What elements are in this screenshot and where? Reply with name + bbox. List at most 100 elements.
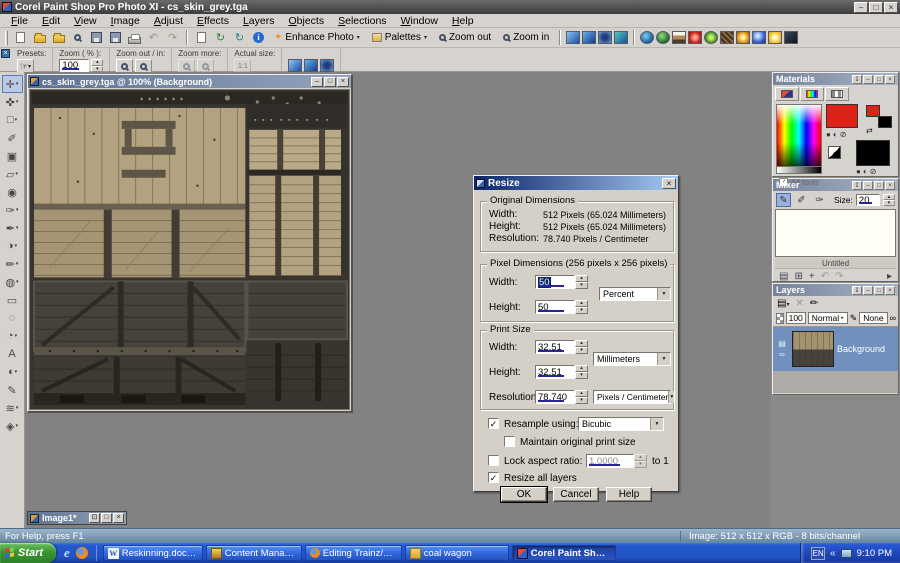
minimize-icon[interactable]: – — [863, 286, 873, 295]
pixel-height-spinner[interactable]: ▴▾ — [575, 300, 588, 314]
picture-tube-tool[interactable]: ◔▾ — [2, 327, 23, 345]
rotate-right-icon[interactable]: ↻ — [231, 30, 248, 46]
preset-shape-tool[interactable]: ◖▾ — [2, 363, 23, 381]
layers-titlebar[interactable]: Layers ↧ – □ × — [773, 284, 898, 296]
image-close-button[interactable]: × — [337, 77, 349, 87]
undo-icon[interactable]: ↶ — [145, 30, 162, 46]
zoom-out-button[interactable]: Zoom out — [434, 29, 496, 46]
zoom-more-in-icon[interactable] — [197, 59, 214, 73]
color-style-icon[interactable]: ● — [826, 130, 831, 139]
pin-icon[interactable]: ↧ — [852, 286, 862, 295]
materials-titlebar[interactable]: Materials ↧ – □ × — [773, 73, 898, 85]
pixel-width-input[interactable]: 50 — [535, 275, 575, 289]
makeover-tool[interactable]: ✑▾ — [2, 201, 23, 219]
crop-tool[interactable]: ▣ — [2, 147, 23, 165]
open-file-icon[interactable] — [31, 30, 48, 46]
load-mixer-page-icon[interactable]: ⊞ — [794, 271, 802, 282]
start-button[interactable]: Start — [0, 543, 56, 563]
language-indicator[interactable]: EN — [811, 547, 825, 560]
menu-window[interactable]: Window — [394, 15, 445, 27]
close-button[interactable]: × — [113, 513, 124, 523]
hue-saturation-icon[interactable] — [656, 31, 670, 44]
save-as-icon[interactable] — [107, 30, 124, 46]
menu-view[interactable]: View — [67, 15, 104, 27]
menu-objects[interactable]: Objects — [281, 15, 331, 27]
aspect-ratio-spinner[interactable]: ▴▾ — [634, 454, 647, 468]
pin-icon[interactable]: ↧ — [852, 181, 862, 190]
firefox-icon[interactable] — [76, 547, 88, 559]
image-minimize-button[interactable]: – — [311, 77, 323, 87]
mixer-size-spinner[interactable]: ▴▾ — [883, 194, 895, 206]
remix-icon[interactable]: ↷ — [835, 271, 843, 282]
save-icon[interactable] — [88, 30, 105, 46]
pen-tool[interactable]: ✎ — [2, 381, 23, 399]
resolution-unit-dropdown[interactable]: Pixels / Centimeter▼ — [593, 390, 671, 404]
frame-tab[interactable] — [775, 87, 799, 101]
foreground-color-swatch[interactable] — [826, 104, 858, 128]
menu-edit[interactable]: Edit — [35, 15, 67, 27]
dropper-tool[interactable]: ✐ — [2, 129, 23, 147]
maintain-print-size-checkbox[interactable] — [504, 436, 515, 447]
task-paint-shop-pro[interactable]: Corel Paint Shop Pro ... — [512, 545, 616, 561]
zoom-in-icon[interactable] — [135, 59, 152, 73]
image-information-icon[interactable]: i — [250, 30, 267, 46]
minimized-image-window[interactable]: Image1* ⊡ □ × — [27, 511, 127, 525]
mixer-knife-icon[interactable]: ✐ — [794, 193, 809, 207]
help-button[interactable]: Help — [606, 487, 652, 502]
pick-tool[interactable]: ▱▾ — [2, 165, 23, 183]
resize-all-layers-checkbox[interactable]: ✓ — [488, 472, 499, 483]
mixer-size-input[interactable]: 20 — [856, 194, 880, 206]
color-changer-tool[interactable]: ◍▾ — [2, 273, 23, 291]
print-height-input[interactable]: 32.51 — [535, 365, 575, 379]
background-eraser-tool[interactable]: ◌ — [2, 309, 23, 327]
task-content-manager[interactable]: Content Manager Plus — [206, 545, 302, 561]
mixer-brush-icon[interactable]: ✎ — [776, 193, 791, 207]
image-maximize-button[interactable]: □ — [324, 77, 336, 87]
minimize-icon[interactable]: – — [863, 75, 873, 84]
print-icon[interactable] — [126, 30, 143, 46]
print-resolution-spinner[interactable]: ▴▾ — [575, 390, 588, 404]
warp-brush-tool[interactable]: ≋▾ — [2, 399, 23, 417]
new-window-icon[interactable] — [582, 31, 596, 44]
tray-network-icon[interactable] — [841, 549, 852, 558]
close-palette-icon[interactable]: × — [1, 49, 10, 58]
paint-brush-tool[interactable]: ✏▾ — [2, 255, 23, 273]
menu-file[interactable]: File — [4, 15, 35, 27]
toolbar-grip[interactable] — [5, 31, 8, 45]
eraser-tool[interactable]: ▭ — [2, 291, 23, 309]
brightness-effect-icon[interactable] — [768, 31, 782, 44]
text-tool[interactable]: A — [2, 345, 23, 363]
rainbow-picker[interactable] — [776, 104, 822, 174]
zoom-out-icon[interactable] — [116, 59, 133, 73]
gradient-style-icon[interactable]: ◐ — [863, 167, 868, 176]
menu-selections[interactable]: Selections — [331, 15, 393, 27]
print-height-spinner[interactable]: ▴▾ — [575, 365, 588, 379]
mesh-warp-tool[interactable]: ◈▾ — [2, 417, 23, 435]
task-reskinning-doc[interactable]: W Reskinning.doc - Microso... — [103, 545, 203, 561]
null-style-icon[interactable]: ⊘ — [870, 167, 877, 176]
internet-explorer-icon[interactable]: e — [64, 547, 70, 559]
new-layer-icon[interactable]: ▤▾ — [777, 298, 789, 309]
layer-visibility-icon[interactable]: ∞ — [779, 350, 785, 359]
maximize-icon[interactable]: □ — [874, 181, 884, 190]
dual-view-icon[interactable] — [566, 31, 580, 44]
menu-layers[interactable]: Layers — [236, 15, 282, 27]
layer-row-background[interactable]: ▤ ∞ Background — [773, 327, 898, 371]
delete-layer-icon[interactable]: ✕ — [795, 298, 803, 309]
new-mixer-page-icon[interactable]: ▤ — [779, 271, 788, 282]
dual-image-icon[interactable] — [288, 59, 302, 72]
image-canvas[interactable] — [29, 89, 350, 410]
selection-tool[interactable]: □▾ — [2, 111, 23, 129]
pixel-width-spinner[interactable]: ▴▾ — [575, 275, 588, 289]
layer-opacity-input[interactable]: 100 — [786, 312, 806, 324]
new-image-icon[interactable] — [12, 30, 29, 46]
color-style-icon[interactable]: ● — [856, 167, 861, 176]
menu-adjust[interactable]: Adjust — [147, 15, 190, 27]
print-width-spinner[interactable]: ▴▾ — [575, 340, 588, 354]
scanner-icon[interactable] — [69, 30, 86, 46]
fit-to-window-icon[interactable] — [598, 31, 612, 44]
menu-effects[interactable]: Effects — [190, 15, 236, 27]
pixel-unit-dropdown[interactable]: Percent▼ — [599, 287, 671, 301]
resample-checkbox[interactable]: ✓ — [488, 418, 499, 429]
close-icon[interactable]: × — [885, 181, 895, 190]
